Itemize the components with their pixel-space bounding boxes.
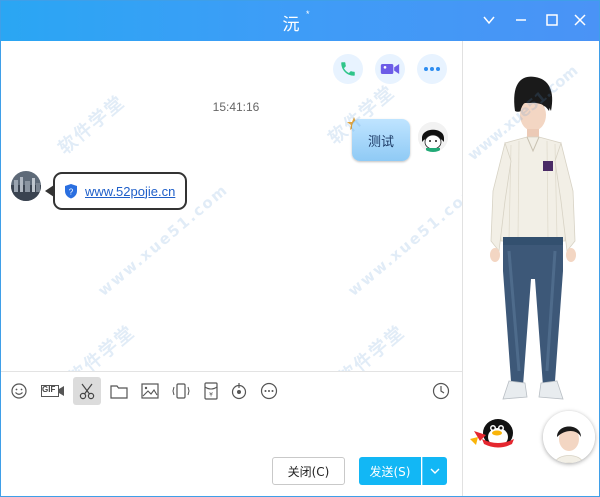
penguin-icon [470, 419, 514, 448]
maximize-button[interactable] [542, 10, 562, 30]
screenshot-button[interactable] [73, 377, 101, 405]
collapse-button[interactable] [479, 10, 499, 30]
send-button-label: 发送(S) [369, 464, 411, 479]
close-window-button[interactable] [570, 10, 590, 30]
message-link[interactable]: www.52pojie.cn [85, 184, 175, 199]
avatar-image [11, 171, 41, 201]
message-area[interactable]: 15:41:16 测试 ? www.52pojie.cn 软件学堂 软件学堂 w… [1, 41, 482, 389]
message-timestamp: 15:41:16 [212, 100, 260, 114]
input-toolbar: GIF ¥ [1, 371, 462, 409]
chevron-down-icon [483, 16, 495, 25]
image-button[interactable] [136, 377, 164, 405]
video-camera-icon [380, 64, 400, 74]
gif-button[interactable]: GIF [39, 377, 67, 405]
peer-avatar[interactable] [11, 171, 41, 201]
shake-icon [172, 383, 190, 399]
title-status-mark: * [306, 9, 310, 19]
message-input[interactable] [1, 409, 462, 453]
image-icon [141, 383, 159, 399]
close-button-label: 关闭(C) [287, 464, 330, 479]
chevron-down-icon [430, 468, 440, 474]
red-packet-button[interactable]: ¥ [197, 377, 225, 405]
close-button[interactable]: 关闭(C) [272, 457, 345, 485]
emoji-button[interactable] [5, 377, 33, 405]
self-avatar[interactable] [418, 122, 448, 152]
folder-icon [110, 385, 128, 399]
qq-penguin-logo [468, 411, 520, 457]
shield-icon: ? [65, 184, 77, 199]
chat-window: 沅 * 15:41:16 测试 ? www.52pojie.cn 软件学堂 软件… [0, 0, 600, 497]
shake-button[interactable] [167, 377, 195, 405]
watermark-text: 软件学堂 [54, 91, 130, 159]
outgoing-message-bubble[interactable]: 测试 [352, 119, 410, 161]
incoming-message-bubble[interactable]: ? www.52pojie.cn [53, 172, 187, 210]
voice-call-button[interactable] [333, 54, 363, 84]
send-button[interactable]: 发送(S) [359, 457, 421, 485]
gif-label: GIF [42, 385, 56, 394]
scissors-icon [79, 383, 95, 400]
show-avatar-thumbnail[interactable] [543, 411, 595, 463]
svg-text:?: ? [69, 188, 74, 197]
minimize-button[interactable] [511, 10, 531, 30]
more-options-button[interactable] [417, 54, 447, 84]
avatar-image [418, 122, 448, 152]
avatar-image [543, 411, 595, 463]
emoji-icon [11, 383, 27, 399]
file-button[interactable] [105, 377, 133, 405]
clock-icon [432, 382, 450, 400]
video-call-button[interactable] [375, 54, 405, 84]
send-options-button[interactable] [422, 457, 447, 485]
history-button[interactable] [427, 377, 455, 405]
maximize-icon [546, 14, 558, 26]
svg-text:¥: ¥ [209, 392, 213, 399]
title-bar: 沅 * [1, 1, 599, 41]
music-icon [231, 383, 247, 400]
close-icon [574, 14, 586, 26]
red-packet-icon: ¥ [204, 382, 218, 400]
music-button[interactable] [225, 377, 253, 405]
outgoing-message-text: 测试 [367, 134, 394, 150]
more-icon [260, 382, 278, 400]
phone-icon [341, 62, 355, 76]
more-dots-icon [424, 67, 440, 71]
more-tools-button[interactable] [255, 377, 283, 405]
minimize-icon [516, 19, 526, 21]
